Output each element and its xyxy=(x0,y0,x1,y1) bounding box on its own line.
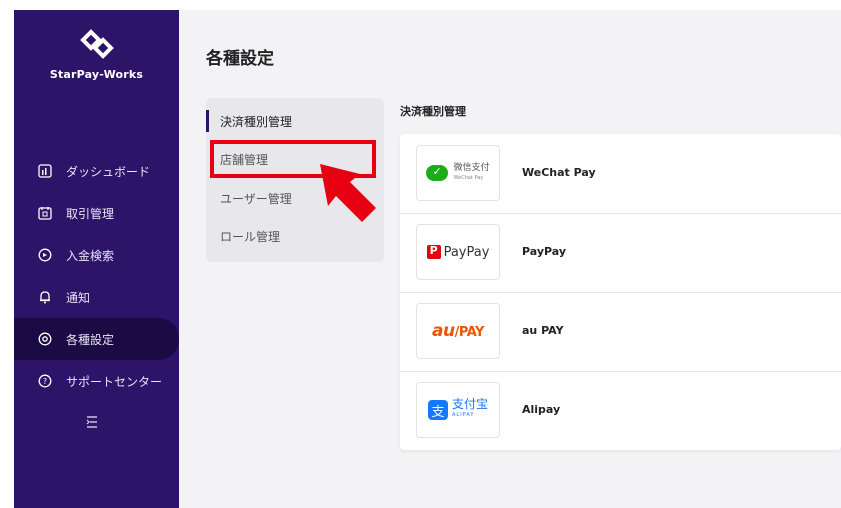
sidebar-item-notifications[interactable]: 通知 xyxy=(14,276,179,318)
starpay-logo-icon xyxy=(79,29,114,59)
pointer-arrow-icon xyxy=(320,164,376,222)
transaction-icon xyxy=(38,206,52,220)
help-icon: ? xyxy=(38,374,52,388)
wechat-logo-subtext: WeChat Pay xyxy=(453,175,484,181)
app-frame: StarPay-Works ダッシュボード 取引管理 入金検索 通知 各種設定 … xyxy=(14,10,841,508)
payment-row-paypay[interactable]: PayPay PayPay xyxy=(400,213,841,293)
section-label: 決済種別管理 xyxy=(400,105,466,118)
payment-methods-card: 微信支付 WeChat Pay WeChat Pay PayPay PayPay … xyxy=(400,134,841,450)
brand-name: StarPay-Works xyxy=(49,68,144,81)
wechat-icon xyxy=(426,165,449,181)
paypay-logo: PayPay xyxy=(416,224,500,280)
paypay-icon xyxy=(426,244,441,259)
aupay-logo: au/PAY xyxy=(416,303,500,359)
menu-collapse-icon[interactable] xyxy=(82,414,102,430)
svg-text:?: ? xyxy=(43,377,47,386)
alipay-icon: 支 xyxy=(427,400,448,420)
bell-icon xyxy=(38,290,52,304)
payment-name: Alipay xyxy=(522,403,561,416)
sidebar-item-deposit-search[interactable]: 入金検索 xyxy=(14,234,179,276)
alipay-logo-text: 支付宝 xyxy=(451,397,488,411)
sidebar-item-transactions[interactable]: 取引管理 xyxy=(14,192,179,234)
subnav-item-payment-types[interactable]: 決済種別管理 xyxy=(206,106,384,136)
payment-name: WeChat Pay xyxy=(522,166,596,179)
payment-name: au PAY xyxy=(522,324,564,337)
settings-icon xyxy=(38,332,52,346)
wechat-pay-logo: 微信支付 WeChat Pay xyxy=(416,145,500,201)
alipay-logo: 支 支付宝 ALIPAY xyxy=(416,382,500,438)
sidebar-item-label: サポートセンター xyxy=(66,374,163,389)
sidebar-item-support-center[interactable]: ? サポートセンター xyxy=(14,360,179,402)
payment-row-alipay[interactable]: 支 支付宝 ALIPAY Alipay xyxy=(400,371,841,450)
payment-name: PayPay xyxy=(522,245,567,258)
alipay-logo-subtext: ALIPAY xyxy=(451,412,475,418)
payment-row-aupay[interactable]: au/PAY au PAY xyxy=(400,292,841,372)
dashboard-icon xyxy=(38,164,52,178)
payment-row-wechat[interactable]: 微信支付 WeChat Pay WeChat Pay xyxy=(400,134,841,214)
sidebar-item-label: 取引管理 xyxy=(66,206,115,221)
page-title: 各種設定 xyxy=(206,49,274,69)
sidebar-item-settings[interactable]: 各種設定 xyxy=(14,318,179,360)
sidebar-item-label: ダッシュボード xyxy=(66,164,151,179)
sidebar-item-label: 通知 xyxy=(66,290,91,305)
subnav-item-role-management[interactable]: ロール管理 xyxy=(206,221,384,251)
sidebar-item-label: 入金検索 xyxy=(66,248,115,263)
wechat-logo-text: 微信支付 xyxy=(453,163,490,173)
sidebar-item-label: 各種設定 xyxy=(66,332,115,347)
sidebar: StarPay-Works ダッシュボード 取引管理 入金検索 通知 各種設定 … xyxy=(14,10,179,508)
sidebar-item-dashboard[interactable]: ダッシュボード xyxy=(14,150,179,192)
aupay-logo-au: au xyxy=(432,321,455,341)
aupay-logo-pay: PAY xyxy=(458,325,485,340)
sidebar-nav: ダッシュボード 取引管理 入金検索 通知 各種設定 ? サポートセンター xyxy=(14,150,179,402)
brand-logo[interactable]: StarPay-Works xyxy=(14,24,179,81)
paypay-logo-text: PayPay xyxy=(443,244,490,260)
deposit-search-icon xyxy=(38,248,52,262)
